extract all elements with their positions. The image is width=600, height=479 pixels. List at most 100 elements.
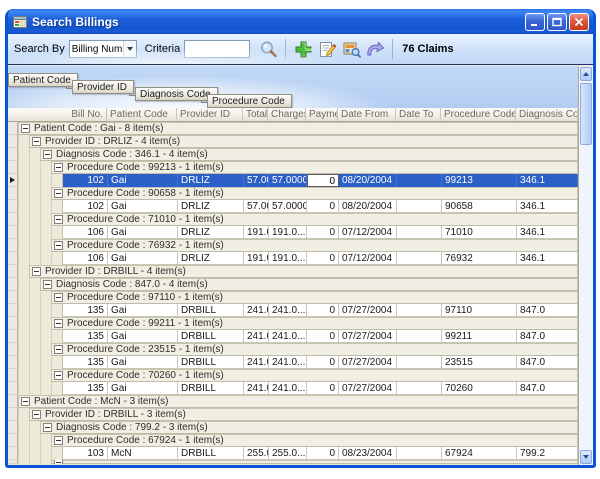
group-row[interactable]: Patient Code : Gai - 8 item(s) (8, 122, 578, 135)
cell-date-from[interactable]: 08/23/2004 (339, 447, 397, 460)
cell-patient-code[interactable]: McN (108, 447, 178, 460)
cell-provider-id[interactable]: DRBILL (178, 382, 244, 395)
collapse-icon[interactable] (43, 423, 52, 432)
group-row-body[interactable]: Patient Code : Gai - 8 item(s) (18, 122, 578, 135)
collapse-icon[interactable] (54, 319, 63, 328)
collapse-icon[interactable] (54, 293, 63, 302)
group-row-body[interactable]: Procedure Code : 23515 - 1 item(s) (51, 343, 578, 356)
cell-provider-id[interactable]: DRLIZ (178, 226, 244, 239)
row-indicator[interactable] (8, 304, 18, 317)
data-row[interactable]: 102GaiDRLIZ57.00...57.0000008/20/2004906… (8, 200, 578, 213)
titlebar[interactable]: Search Billings (8, 9, 593, 34)
column-header-patient-code[interactable]: Patient Code (107, 108, 177, 121)
groupby-box-procedure-code[interactable]: Procedure Code (207, 94, 292, 108)
group-row-body[interactable]: Provider ID : DRBILL - 3 item(s) (29, 408, 578, 421)
collapse-icon[interactable] (21, 397, 30, 406)
group-row-body[interactable]: Procedure Code : 70260 - 1 item(s) (51, 369, 578, 382)
cell-total[interactable]: 241.0... (244, 304, 269, 317)
cell-total[interactable]: 255.0... (244, 447, 269, 460)
collapse-icon[interactable] (21, 124, 30, 133)
data-row[interactable]: 135GaiDRBILL241.0...241.0...007/27/20049… (8, 304, 578, 317)
cell-patient-code[interactable]: Gai (108, 226, 178, 239)
row-indicator[interactable] (8, 161, 18, 174)
cell-date-to[interactable] (397, 174, 442, 187)
cell-date-to[interactable] (397, 330, 442, 343)
groupby-box-diagnosis-code[interactable]: Diagnosis Code (135, 87, 218, 101)
vertical-scrollbar[interactable] (578, 66, 593, 465)
cell-total[interactable]: 241.0... (244, 382, 269, 395)
cell-payments[interactable]: 0 (307, 252, 339, 265)
row-indicator[interactable] (8, 343, 18, 356)
group-row[interactable]: Procedure Code : 99213 - 1 item(s) (8, 161, 578, 174)
cell-date-to[interactable] (397, 200, 442, 213)
column-header-total[interactable]: Total (243, 108, 268, 121)
cell-date-to[interactable] (397, 356, 442, 369)
collapse-icon[interactable] (54, 436, 63, 445)
cell-bill-no[interactable]: 102 (63, 200, 108, 213)
column-header-procedure-code[interactable]: Procedure Code (441, 108, 516, 121)
cell-patient-code[interactable]: Gai (108, 252, 178, 265)
cell-date-from[interactable]: 07/27/2004 (339, 304, 397, 317)
cell-patient-code[interactable]: Gai (108, 174, 178, 187)
group-row[interactable]: Procedure Code : 70260 - 1 item(s) (8, 369, 578, 382)
cell-total[interactable]: 241.0... (244, 330, 269, 343)
cell-procedure-code[interactable]: 71010 (442, 226, 517, 239)
cell-procedure-code[interactable]: 97110 (442, 304, 517, 317)
cell-payments[interactable]: 0 (307, 447, 339, 460)
cell-payments[interactable]: 0 (307, 382, 339, 395)
groupby-box-provider-id[interactable]: Provider ID (72, 80, 134, 94)
row-indicator[interactable] (8, 460, 18, 464)
collapse-icon[interactable] (32, 410, 41, 419)
data-row[interactable]: 135GaiDRBILL241.0...241.0...007/27/20047… (8, 382, 578, 395)
collapse-icon[interactable] (32, 137, 41, 146)
data-row[interactable]: 103McNDRBILL255.0...255.0...008/23/20046… (8, 447, 578, 460)
cell-bill-no[interactable]: 106 (63, 226, 108, 239)
data-row[interactable]: 106GaiDRLIZ191.0...191.0...007/12/200471… (8, 226, 578, 239)
group-row[interactable] (8, 460, 578, 464)
group-row-body[interactable]: Procedure Code : 90658 - 1 item(s) (51, 187, 578, 200)
cell-bill-no[interactable]: 103 (63, 447, 108, 460)
collapse-icon[interactable] (54, 460, 63, 464)
cell-date-from[interactable]: 07/27/2004 (339, 356, 397, 369)
group-row-body[interactable]: Diagnosis Code : 346.1 - 4 item(s) (40, 148, 578, 161)
column-header-bill-no[interactable]: Bill No. (8, 108, 107, 121)
report-button[interactable] (340, 38, 362, 60)
scrollbar-thumb[interactable] (580, 83, 592, 145)
row-indicator[interactable] (8, 447, 18, 460)
cell-charges[interactable]: 191.0... (269, 226, 307, 239)
group-row[interactable]: Procedure Code : 23515 - 1 item(s) (8, 343, 578, 356)
cell-bill-no[interactable]: 135 (63, 330, 108, 343)
cell-date-from[interactable]: 07/12/2004 (339, 252, 397, 265)
cell-total[interactable]: 191.0... (244, 226, 269, 239)
cell-bill-no[interactable]: 135 (63, 382, 108, 395)
row-indicator[interactable] (8, 330, 18, 343)
scroll-up-button[interactable] (580, 67, 592, 81)
row-indicator[interactable] (8, 369, 18, 382)
cell-charges[interactable]: 241.0... (269, 330, 307, 343)
cell-total[interactable]: 57.00... (244, 200, 269, 213)
group-row-body[interactable]: Procedure Code : 71010 - 1 item(s) (51, 213, 578, 226)
cell-procedure-code[interactable]: 23515 (442, 356, 517, 369)
cell-diagnosis-code[interactable]: 346.1 (517, 174, 578, 187)
cell-patient-code[interactable]: Gai (108, 382, 178, 395)
column-header-provider-id[interactable]: Provider ID (177, 108, 243, 121)
cell-procedure-code[interactable]: 99213 (442, 174, 517, 187)
row-indicator[interactable] (8, 408, 18, 421)
cell-date-to[interactable] (397, 447, 442, 460)
collapse-icon[interactable] (43, 280, 52, 289)
row-indicator[interactable] (8, 239, 18, 252)
cell-charges[interactable]: 241.0... (269, 382, 307, 395)
group-row-body[interactable]: Provider ID : DRLIZ - 4 item(s) (29, 135, 578, 148)
cell-provider-id[interactable]: DRBILL (178, 356, 244, 369)
row-indicator[interactable] (8, 200, 18, 213)
cell-date-to[interactable] (397, 226, 442, 239)
cell-payments[interactable]: 0 (307, 304, 339, 317)
cell-procedure-code[interactable]: 70260 (442, 382, 517, 395)
collapse-icon[interactable] (54, 345, 63, 354)
search-by-select[interactable]: Billing Number (69, 40, 137, 58)
column-header-date-from[interactable]: Date From (338, 108, 396, 121)
cell-charges[interactable]: 255.0... (269, 447, 307, 460)
cell-date-to[interactable] (397, 304, 442, 317)
close-button[interactable] (569, 13, 589, 31)
cell-diagnosis-code[interactable]: 847.0 (517, 330, 578, 343)
